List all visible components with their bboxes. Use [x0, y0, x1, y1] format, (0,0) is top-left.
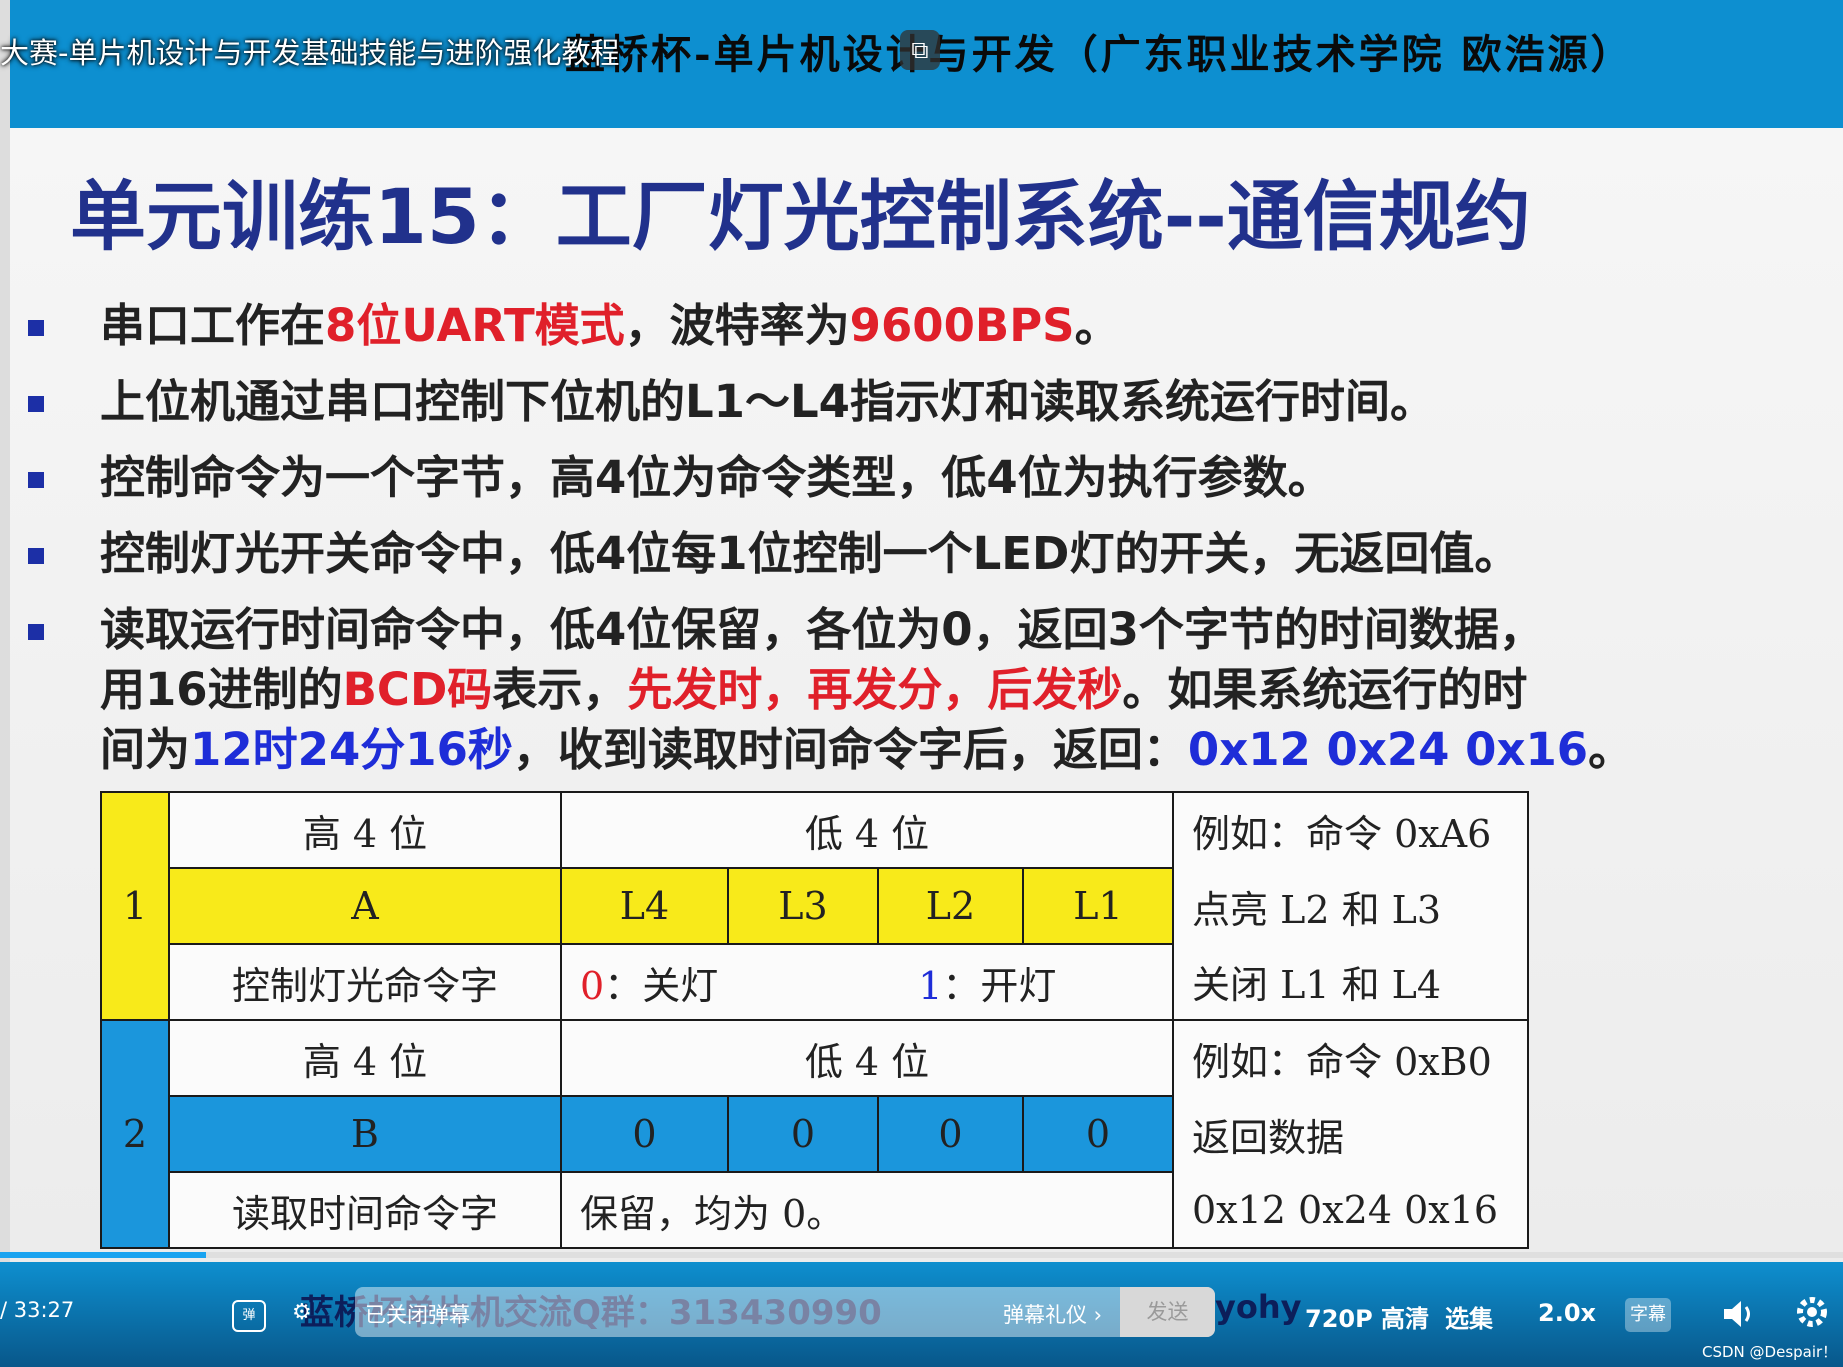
- bullet-segment: ，波特率为: [624, 299, 850, 352]
- param-description: 0：关灯 1：开灯: [560, 943, 1174, 1021]
- bullet-segment: 控制灯光开关命令中，低4位每1位控制一个LED灯的开关，无返回值。: [100, 527, 1520, 580]
- quality-button[interactable]: 720P 高清: [1305, 1299, 1429, 1334]
- command-type-cell: B: [168, 1095, 562, 1173]
- progress-bar[interactable]: [0, 1252, 1843, 1258]
- time-display: / 33:27: [0, 1298, 75, 1322]
- bit-cell: 0: [1022, 1095, 1174, 1173]
- table-note: 关闭 L1 和 L4: [1172, 944, 1529, 1021]
- subtitle-button[interactable]: 字幕: [1625, 1298, 1671, 1332]
- bullet-item: 串口工作在8位UART模式，波特率为9600BPS。: [28, 296, 1818, 356]
- param-on-key: 1: [918, 963, 943, 1008]
- bullet-segment: 控制命令为一个字节，高4位为命令类型，低4位为执行参数。: [100, 451, 1333, 504]
- episodes-button[interactable]: 选集: [1445, 1299, 1493, 1334]
- progress-fill: [0, 1252, 207, 1258]
- bullet-square-icon: [28, 548, 44, 564]
- bit-cell: L3: [727, 867, 879, 945]
- command-type-cell: A: [168, 867, 562, 945]
- bullet-square-icon: [28, 320, 44, 336]
- danmaku-etiquette-link[interactable]: 弹幕礼仪 ›: [1003, 1299, 1102, 1329]
- danmaku-settings-icon[interactable]: ⚙: [292, 1300, 326, 1328]
- volume-icon[interactable]: [1718, 1294, 1758, 1334]
- bullet-segment: 9600BPS: [849, 299, 1075, 352]
- table-note: 返回数据: [1172, 1096, 1529, 1172]
- gear-icon[interactable]: [1792, 1292, 1832, 1332]
- bullet-text: 读取运行时间命令中，低4位保留，各位为0，返回3个字节的时间数据， 用16进制的…: [100, 600, 1818, 780]
- table-note: 点亮 L2 和 L3: [1172, 868, 1529, 944]
- param-description: 保留，均为 0。: [560, 1171, 1174, 1249]
- csdn-watermark: CSDN @Despair！: [1702, 1343, 1838, 1361]
- bullet-text: 上位机通过串口控制下位机的L1～L4指示灯和读取系统运行时间。: [100, 372, 1818, 432]
- bullet-text: 串口工作在8位UART模式，波特率为9600BPS。: [100, 296, 1818, 356]
- low-bits-header: 低 4 位: [560, 791, 1174, 869]
- param-off-key: 0: [580, 963, 605, 1008]
- bullet-segment: 0x12 0x24 0x16: [1187, 723, 1589, 776]
- bullet-item: 控制灯光开关命令中，低4位每1位控制一个LED灯的开关，无返回值。: [28, 524, 1818, 584]
- command-name: 控制灯光命令字: [168, 943, 562, 1021]
- bullet-text: 控制命令为一个字节，高4位为命令类型，低4位为执行参数。: [100, 448, 1818, 508]
- video-player: 蓝桥杯-单片机设计与开发（广东职业技术学院 欧浩源） 大赛-单片机设计与开发基础…: [0, 0, 1843, 1367]
- command-table: 1 高 4 位 低 4 位 例如：命令 0xA6 A L4 L3 L2 L1 点…: [100, 791, 1529, 1249]
- bit-cell: L4: [560, 867, 729, 945]
- bullet-segment: 。: [1074, 299, 1120, 352]
- bit-cell: 0: [727, 1095, 879, 1173]
- video-title: 大赛-单片机设计与开发基础技能与进阶强化教程: [0, 36, 620, 70]
- param-off-text: ：关灯: [604, 963, 719, 1008]
- bullet-square-icon: [28, 472, 44, 488]
- picture-in-picture-icon[interactable]: ⧉: [900, 30, 940, 70]
- high-bits-header: 高 4 位: [168, 1019, 562, 1097]
- bullet-segment: BCD码: [342, 663, 493, 716]
- bullet-text: 控制灯光开关命令中，低4位每1位控制一个LED灯的开关，无返回值。: [100, 524, 1818, 584]
- bullet-segment: 表示，: [492, 663, 628, 716]
- table-note: 例如：命令 0xA6: [1172, 791, 1529, 868]
- bullet-segment: 先发时，再发分，后发秒: [627, 663, 1123, 716]
- table-note: 0x12 0x24 0x16: [1172, 1172, 1529, 1249]
- high-bits-header: 高 4 位: [168, 791, 562, 869]
- danmaku-placeholder: 已关闭弹幕: [365, 1303, 470, 1327]
- slide-left-edge: [0, 0, 10, 1270]
- bullet-segment: 串口工作在: [100, 299, 326, 352]
- row-number: 2: [100, 1019, 170, 1249]
- bullet-item: 读取运行时间命令中，低4位保留，各位为0，返回3个字节的时间数据， 用16进制的…: [28, 600, 1818, 780]
- bit-cell: 0: [877, 1095, 1024, 1173]
- row-number: 1: [100, 791, 170, 1021]
- bullet-segment: ，收到读取时间命令字后，返回：: [512, 723, 1188, 776]
- bit-cell: L1: [1022, 867, 1174, 945]
- bullet-segment: 上位机通过串口控制下位机的L1～L4指示灯和读取系统运行时间。: [100, 375, 1435, 428]
- send-button[interactable]: 发送: [1120, 1287, 1215, 1337]
- table-note: 例如：命令 0xB0: [1172, 1019, 1529, 1096]
- marquee-wechat: yohy: [1215, 1288, 1302, 1326]
- bullet-segment: 8位UART模式: [325, 299, 625, 352]
- bit-cell: L2: [877, 867, 1024, 945]
- bullet-item: 上位机通过串口控制下位机的L1～L4指示灯和读取系统运行时间。: [28, 372, 1818, 432]
- low-bits-header: 低 4 位: [560, 1019, 1174, 1097]
- param-on-text: ：开灯: [942, 963, 1057, 1008]
- slide-title: 单元训练15：工厂灯光控制系统--通信规约: [70, 172, 1531, 261]
- bit-cell: 0: [560, 1095, 729, 1173]
- bullet-list: 串口工作在8位UART模式，波特率为9600BPS。 上位机通过串口控制下位机的L…: [28, 296, 1818, 796]
- bullet-square-icon: [28, 396, 44, 412]
- danmaku-toggle-icon[interactable]: 弹: [232, 1300, 266, 1332]
- bullet-item: 控制命令为一个字节，高4位为命令类型，低4位为执行参数。: [28, 448, 1818, 508]
- speed-button[interactable]: 2.0x: [1538, 1299, 1596, 1327]
- slide-header-text: 蓝桥杯-单片机设计与开发（广东职业技术学院 欧浩源）: [565, 31, 1634, 78]
- command-name: 读取时间命令字: [168, 1171, 562, 1249]
- bullet-square-icon: [28, 624, 44, 640]
- bullet-segment: 12时24分16秒: [190, 723, 513, 776]
- bullet-segment: 。: [1588, 723, 1634, 776]
